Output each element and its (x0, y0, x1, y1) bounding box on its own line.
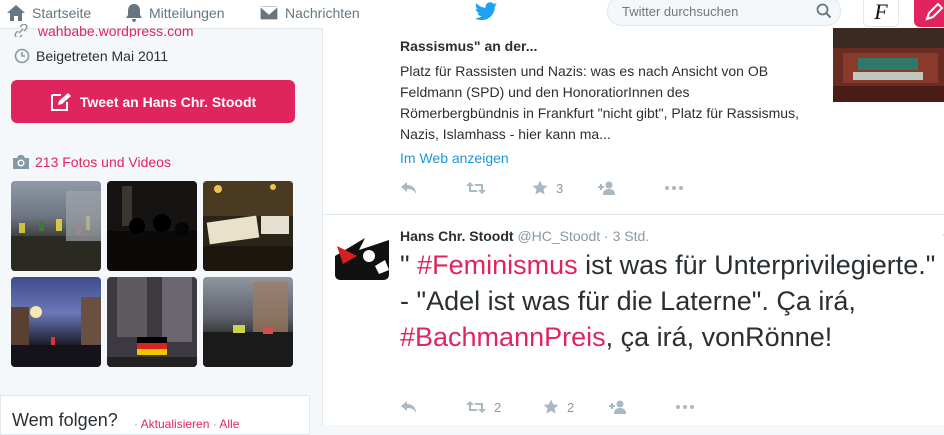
who-to-follow-panel: Wem folgen? · Aktualisieren · Alle (0, 395, 310, 435)
who-to-follow-links: · Aktualisieren · Alle (134, 417, 240, 431)
tweet-divider (323, 214, 944, 215)
profile-joined-label: Beigetreten Mai 2011 (36, 48, 169, 64)
search-box[interactable] (607, 0, 841, 26)
nav-notifications[interactable]: Mitteilungen (125, 2, 225, 24)
tweet-author-name[interactable]: Hans Chr. Stoodt (400, 228, 514, 244)
compose-icon (50, 92, 71, 111)
more-button[interactable] (664, 185, 730, 191)
photo-thumbnail[interactable] (203, 181, 293, 271)
like-count: 3 (556, 180, 564, 196)
retweet-icon (466, 401, 486, 413)
photo-thumbnail[interactable] (11, 277, 101, 367)
like-button[interactable]: 3 (532, 180, 598, 196)
tweet-text-part: , ça irá, vonRönne! (605, 322, 833, 352)
like-button[interactable]: 2 (543, 399, 609, 415)
reply-icon (401, 401, 416, 413)
follow-icon (598, 181, 615, 195)
search-input[interactable] (620, 3, 814, 20)
photo-protest-crowd (203, 282, 293, 367)
star-icon (532, 180, 548, 195)
tweet-header-dot: · (604, 228, 609, 244)
compose-tweet-button[interactable] (914, 0, 944, 27)
photo-banners (203, 181, 293, 271)
photo-evening-square (11, 297, 101, 367)
view-on-web-link[interactable]: Im Web anzeigen (400, 150, 509, 166)
retweet-button[interactable] (466, 181, 532, 195)
follow-button[interactable] (598, 181, 664, 195)
home-icon (7, 5, 25, 21)
photo-thumbnail[interactable] (203, 277, 293, 367)
tweet-to-button[interactable]: Tweet an Hans Chr. Stoodt (11, 80, 295, 123)
profile-menu-avatar[interactable]: F (863, 0, 899, 27)
profile-website[interactable]: wahbabe.wordpress.com (14, 23, 194, 37)
nav-messages[interactable]: Nachrichten (259, 2, 360, 24)
follow-icon (609, 400, 626, 414)
reply-button[interactable] (400, 181, 466, 195)
compose-icon (925, 2, 944, 21)
reply-button[interactable] (400, 400, 466, 414)
card-photo-square (833, 28, 944, 102)
tweet-actions: 3 (400, 180, 730, 196)
more-button[interactable] (675, 404, 741, 410)
like-count: 2 (567, 399, 575, 415)
reply-icon (401, 182, 416, 194)
tweet-author-avatar[interactable] (335, 226, 389, 280)
nav-home[interactable]: Startseite (6, 2, 91, 24)
retweet-button[interactable]: 2 (466, 400, 543, 415)
nav-notifications-label: Mitteilungen (149, 5, 225, 21)
tweet-timestamp[interactable]: 3 Std. (613, 228, 650, 244)
photo-night-crowd (107, 186, 197, 271)
search-icon[interactable] (816, 3, 832, 19)
retweet-icon (466, 182, 486, 194)
more-icon (676, 405, 694, 409)
envelope-icon (259, 5, 279, 21)
retweet-count: 2 (494, 399, 502, 415)
tweet-options-caret-icon[interactable]: ⌄ (940, 226, 944, 240)
nav-home-label: Startseite (32, 5, 92, 21)
link-icon (14, 23, 28, 37)
hashtag-link[interactable]: #Feminismus (417, 250, 578, 280)
hashtag-link[interactable]: #BachmannPreis (400, 322, 606, 352)
card-title[interactable]: Rassismus" an der... (400, 38, 537, 54)
who-to-follow-refresh-link[interactable]: Aktualisieren (141, 417, 210, 431)
photo-german-flag (107, 277, 197, 367)
avatar-image (335, 226, 389, 280)
bell-icon (126, 4, 142, 22)
twitter-bird-icon[interactable] (474, 2, 498, 22)
photos-videos-label: 213 Fotos und Videos (35, 154, 171, 170)
avatar-logo-icon: F (874, 0, 888, 24)
tweet-to-label: Tweet an Hans Chr. Stoodt (79, 93, 257, 110)
photos-videos-link[interactable]: 213 Fotos und Videos (11, 154, 171, 170)
clock-icon (14, 48, 30, 64)
tweet-header: Hans Chr. Stoodt @HC_Stoodt · 3 Std. (400, 228, 649, 244)
profile-joined: Beigetreten Mai 2011 (14, 48, 168, 64)
photo-crowd-flags (11, 191, 101, 271)
tweet-timeline: Rassismus" an der... Platz für Rassisten… (322, 28, 944, 425)
tweet-actions: 2 2 (400, 399, 741, 415)
tweet-text: " #Feminismus ist was für Unterprivilegi… (400, 247, 944, 355)
more-icon (665, 186, 683, 190)
star-icon (543, 399, 559, 414)
who-to-follow-all-link[interactable]: Alle (219, 417, 239, 431)
follow-button[interactable] (609, 400, 675, 414)
card-image[interactable] (833, 28, 944, 102)
photo-thumbnail[interactable] (11, 181, 101, 271)
camera-icon (13, 155, 29, 169)
nav-messages-label: Nachrichten (285, 5, 360, 21)
profile-website-label: wahbabe.wordpress.com (37, 23, 194, 37)
tweet-author-handle[interactable]: @HC_Stoodt (517, 228, 600, 244)
tweet-text-part: " (400, 250, 418, 280)
photo-thumbnail[interactable] (107, 277, 197, 367)
who-to-follow-title: Wem folgen? (12, 410, 118, 430)
card-description: Platz für Rassisten und Nazis: was es na… (400, 63, 799, 142)
photo-thumbnail[interactable] (107, 181, 197, 271)
